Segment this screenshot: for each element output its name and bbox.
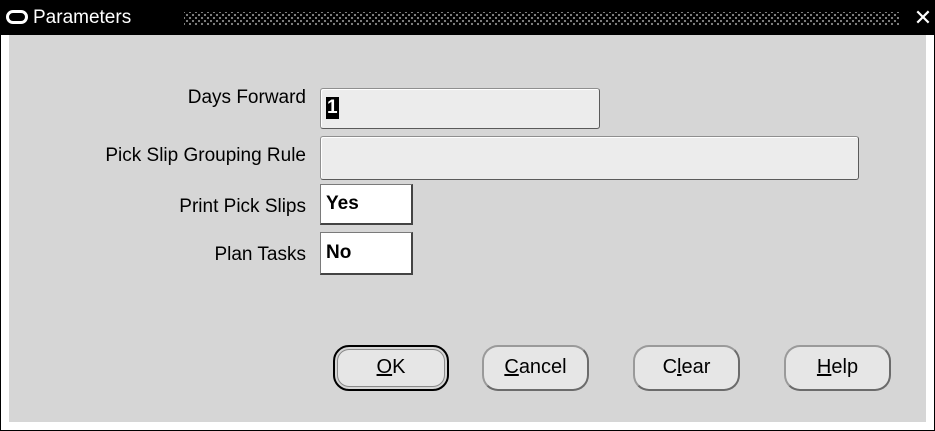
ok-button[interactable]: OK [333, 345, 449, 391]
cancel-button[interactable]: Cancel [482, 345, 589, 391]
parameters-window: Parameters ✕ Days Forward 1 Pick Slip Gr… [0, 0, 935, 431]
plan-tasks-input[interactable]: No [320, 232, 413, 275]
title-bar[interactable]: Parameters ✕ [1, 1, 934, 35]
window-title: Parameters [33, 7, 132, 28]
ok-mnemonic: O [376, 356, 393, 378]
help-button[interactable]: Help [784, 345, 891, 391]
pick-slip-grouping-rule-input[interactable] [320, 136, 859, 180]
close-icon[interactable]: ✕ [912, 6, 934, 30]
plan-tasks-label: Plan Tasks [214, 244, 306, 265]
ok-label-rest: K [392, 356, 406, 378]
clear-button[interactable]: Clear [633, 345, 740, 391]
print-pick-slips-input[interactable]: Yes [320, 184, 413, 225]
help-label-rest: elp [831, 356, 859, 378]
parameters-form: Days Forward 1 Pick Slip Grouping Rule P… [9, 35, 926, 422]
cancel-label-rest: ancel [518, 356, 567, 378]
title-bar-drag-pattern [184, 12, 899, 26]
cancel-mnemonic: C [504, 356, 519, 378]
days-forward-input[interactable]: 1 [320, 88, 600, 129]
window-menu-icon[interactable] [6, 10, 28, 24]
clear-label-pre: C [662, 356, 678, 378]
days-forward-label: Days Forward [187, 87, 306, 108]
clear-label-rest: ear [681, 356, 711, 378]
days-forward-value: 1 [326, 97, 339, 119]
pick-slip-grouping-rule-label: Pick Slip Grouping Rule [105, 145, 306, 166]
print-pick-slips-label: Print Pick Slips [179, 196, 306, 217]
help-mnemonic: H [816, 356, 832, 378]
